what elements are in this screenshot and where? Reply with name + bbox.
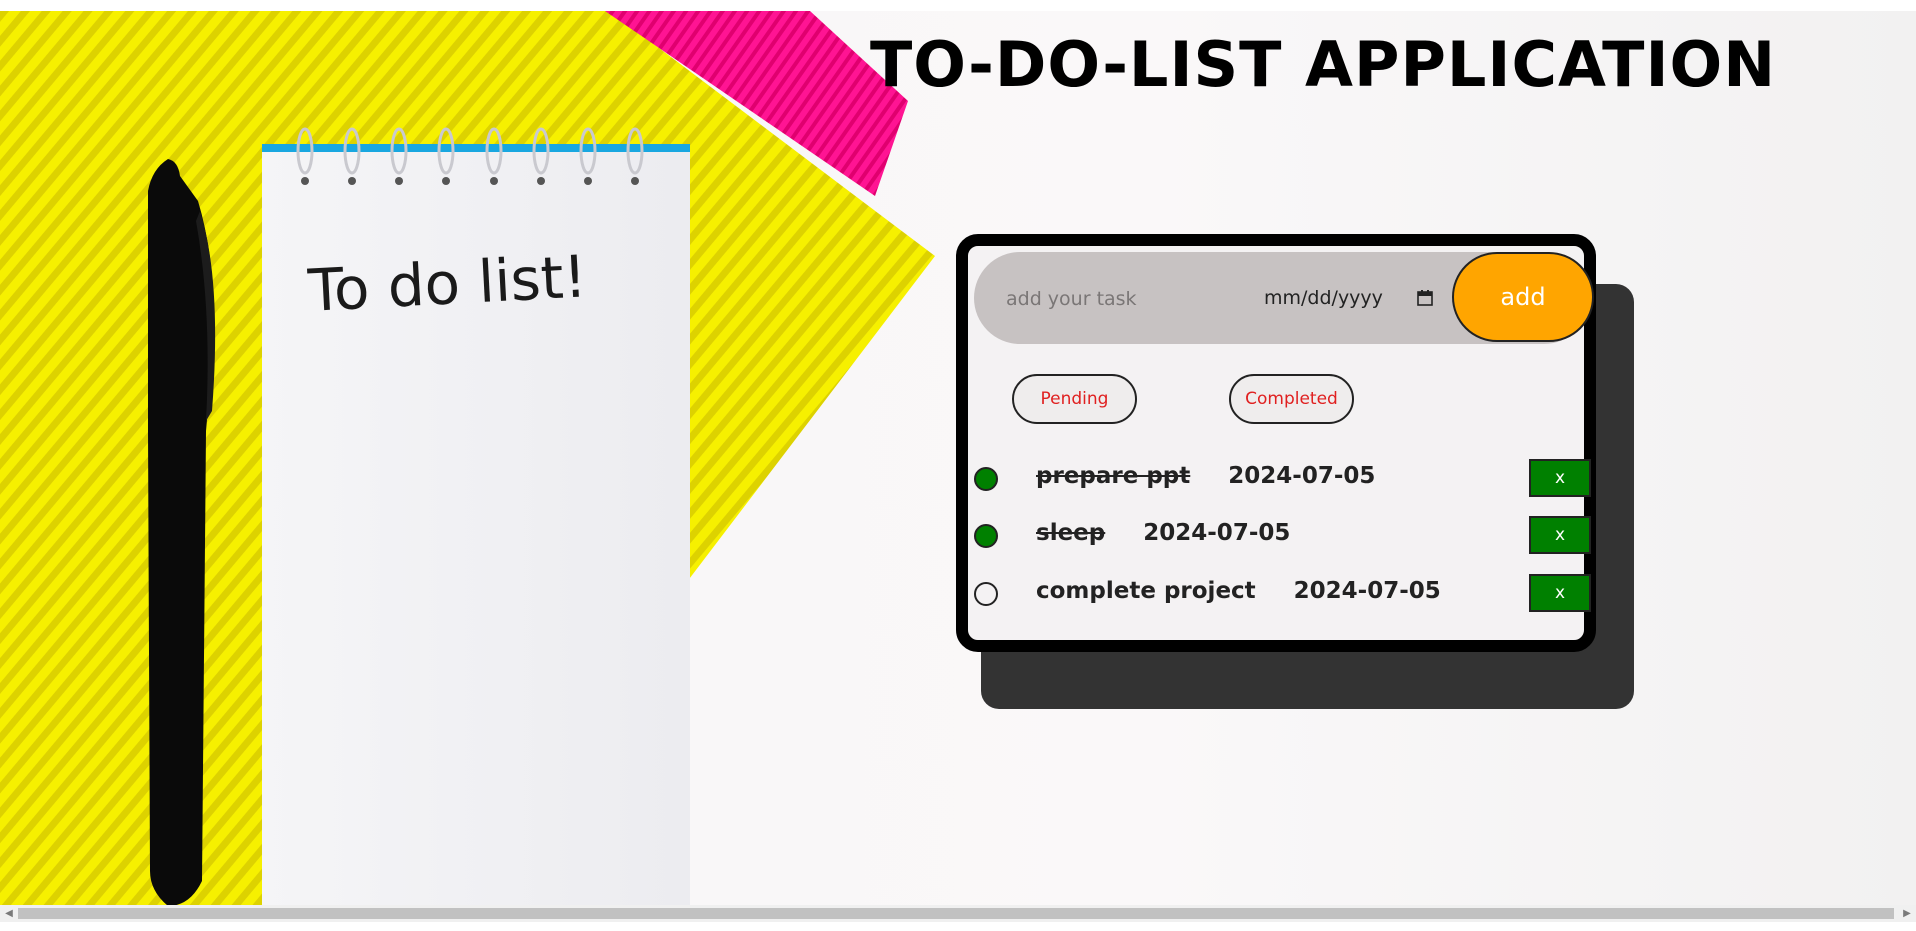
browser-bottom-strip	[0, 922, 1916, 931]
page-title: TO-DO-LIST APPLICATION	[870, 28, 1777, 101]
scroll-left-icon[interactable]: ◀	[2, 907, 16, 920]
date-input[interactable]: mm/dd/yyyy	[1264, 282, 1434, 314]
delete-task-button[interactable]: x	[1529, 574, 1591, 612]
date-placeholder: mm/dd/yyyy	[1264, 287, 1383, 309]
task-checkbox[interactable]	[974, 582, 998, 606]
scroll-right-icon[interactable]: ▶	[1900, 907, 1914, 920]
scrollbar-thumb[interactable]	[18, 908, 1894, 919]
task-checkbox[interactable]	[974, 524, 998, 548]
pending-filter-button[interactable]: Pending	[1012, 374, 1137, 424]
task-input[interactable]	[1004, 278, 1258, 320]
input-bar: mm/dd/yyyy add	[974, 252, 1594, 344]
task-text: sleep 2024-07-05	[1036, 520, 1290, 546]
task-date: 2024-07-05	[1143, 520, 1291, 546]
task-date: 2024-07-05	[1293, 578, 1441, 604]
task-text: prepare ppt 2024-07-05	[1036, 463, 1375, 489]
app-page: To do list! TO-DO-LIST APPLICATION mm/dd…	[0, 0, 1916, 931]
task-row: sleep 2024-07-05 x	[968, 516, 1591, 560]
delete-task-button[interactable]: x	[1529, 516, 1591, 554]
add-button[interactable]: add	[1452, 252, 1594, 342]
task-name: complete project	[1036, 578, 1256, 604]
task-row: complete project 2024-07-05 x	[968, 574, 1591, 618]
todo-card: mm/dd/yyyy add Pending Completed prepare…	[956, 234, 1596, 652]
task-row: prepare ppt 2024-07-05 x	[968, 459, 1591, 503]
delete-task-button[interactable]: x	[1529, 459, 1591, 497]
task-checkbox[interactable]	[974, 467, 998, 491]
task-date: 2024-07-05	[1228, 463, 1376, 489]
completed-filter-button[interactable]: Completed	[1229, 374, 1354, 424]
calendar-icon[interactable]	[1416, 289, 1434, 307]
task-name: sleep	[1036, 520, 1106, 546]
horizontal-scrollbar[interactable]: ◀ ▶	[0, 905, 1916, 922]
task-text: complete project 2024-07-05	[1036, 578, 1441, 604]
task-name: prepare ppt	[1036, 463, 1191, 489]
